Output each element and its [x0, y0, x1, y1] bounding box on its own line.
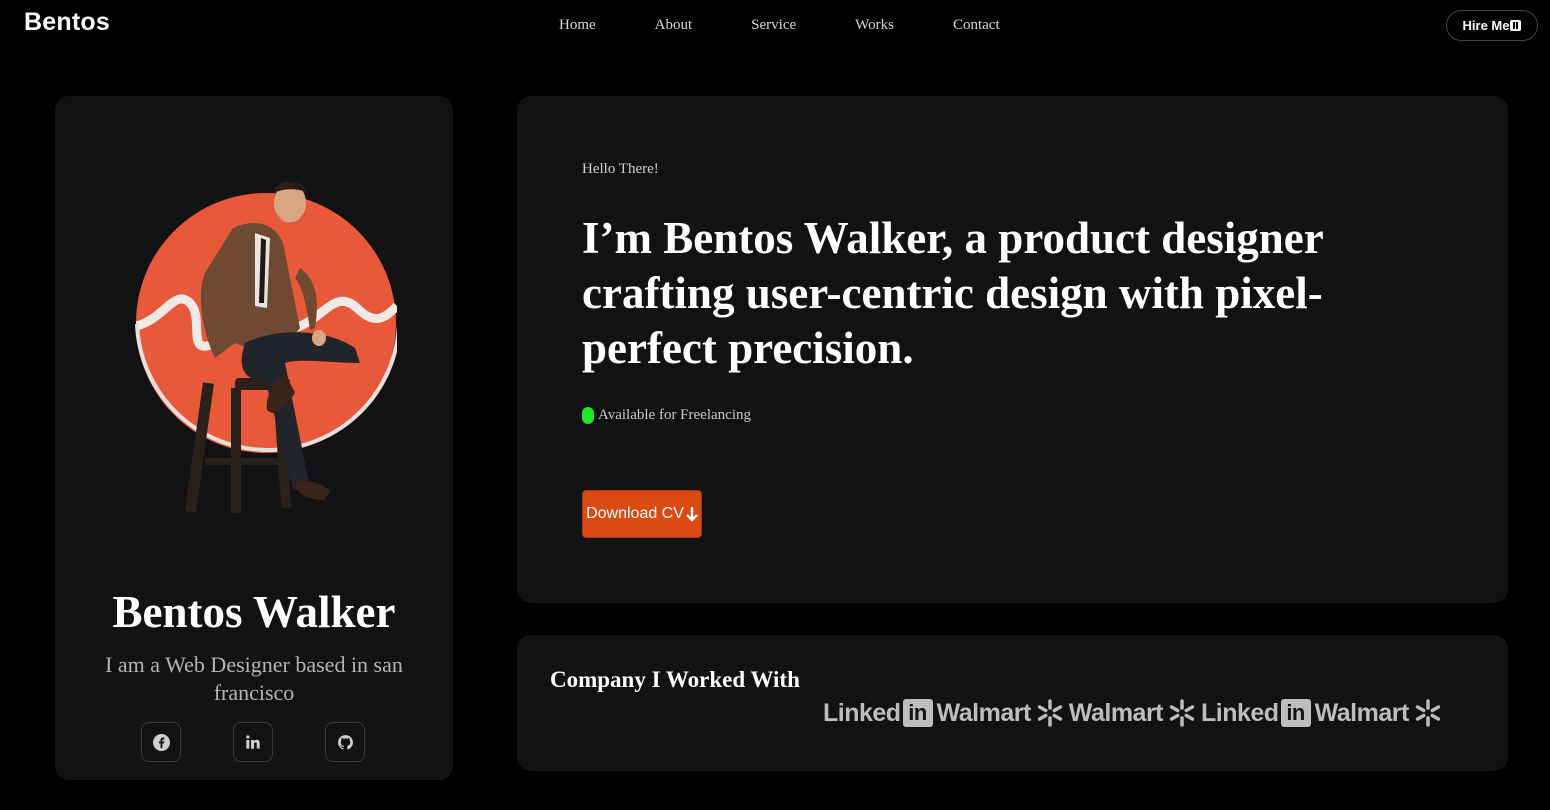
nav-home[interactable]: Home: [559, 17, 596, 34]
nav-about[interactable]: About: [655, 17, 693, 34]
facebook-button[interactable]: [141, 722, 181, 762]
profile-card: Bentos Walker I am a Web Designer based …: [55, 96, 453, 780]
linkedin-logo: Linked in: [1201, 699, 1311, 728]
nav-service[interactable]: Service: [751, 17, 796, 34]
walmart-spark-icon: [1415, 699, 1440, 727]
arrow-down-icon: [686, 507, 698, 522]
profile-name: Bentos Walker: [112, 587, 396, 637]
companies-title: Company I Worked With: [550, 667, 800, 692]
linkedin-logo: Linked in: [823, 699, 933, 728]
company-logos: Linked in Walmart Walmart Linked in Walm…: [823, 698, 1447, 728]
status-dot-icon: [582, 407, 594, 424]
github-icon: [337, 734, 353, 750]
download-cv-label: Download CV: [586, 505, 684, 522]
hire-me-button[interactable]: Hire Me: [1446, 10, 1538, 41]
facebook-icon: [152, 733, 170, 751]
hero-headline: I’m Bentos Walker, a product designer cr…: [582, 213, 1323, 373]
companies-card: Company I Worked With Linked in Walmart W…: [517, 635, 1508, 771]
walmart-logo: Walmart: [1315, 698, 1443, 728]
walmart-spark-icon: [1037, 699, 1062, 727]
intro-card: Hello There! I’m Bentos Walker, a produc…: [517, 96, 1508, 603]
greeting-text: Hello There!: [582, 161, 659, 177]
walmart-logo: Walmart: [937, 698, 1065, 728]
availability-label: Available for Freelancing: [598, 407, 751, 423]
availability-status: Available for Freelancing: [582, 407, 751, 424]
pause-icon: [1510, 20, 1522, 31]
nav-contact[interactable]: Contact: [953, 17, 1000, 34]
social-links: [141, 722, 417, 762]
profile-portrait: [135, 181, 397, 513]
linkedin-icon: [246, 735, 260, 749]
main-nav: Home About Service Works Contact: [559, 17, 1059, 34]
github-button[interactable]: [325, 722, 365, 762]
hire-me-label: Hire Me: [1462, 18, 1510, 33]
download-cv-button[interactable]: Download CV: [582, 490, 702, 538]
nav-works[interactable]: Works: [855, 17, 894, 34]
walmart-spark-icon: [1169, 699, 1195, 727]
brand-logo[interactable]: Bentos: [24, 8, 110, 37]
profile-bio: I am a Web Designer based in san francis…: [105, 652, 403, 705]
linkedin-button[interactable]: [233, 722, 273, 762]
walmart-logo: Walmart: [1069, 698, 1197, 728]
